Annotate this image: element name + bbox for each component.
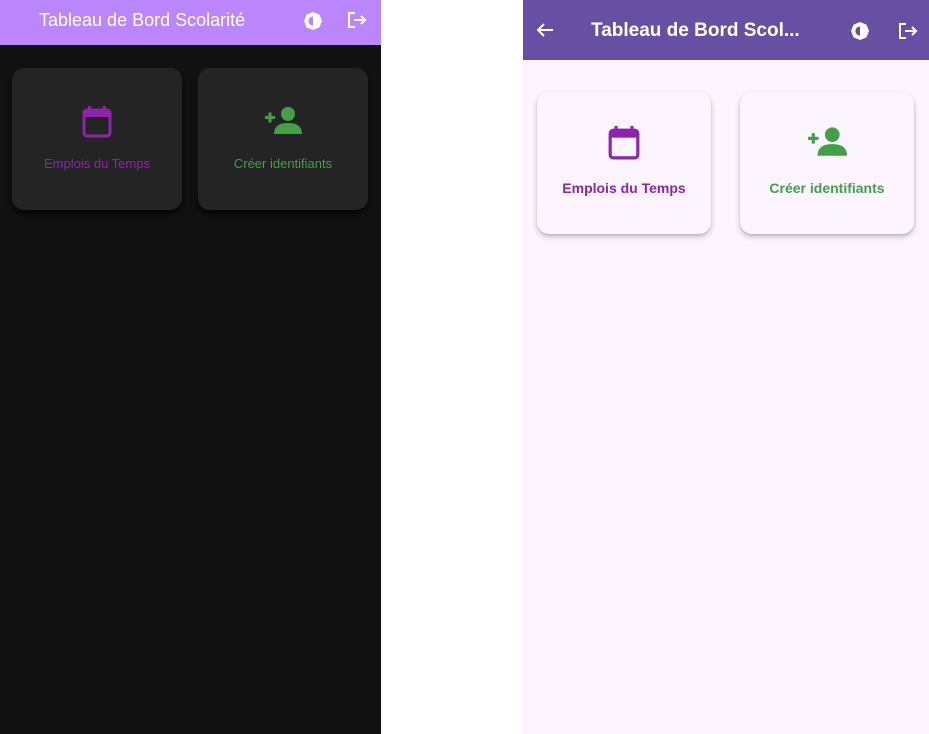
card-label: Créer identifiants bbox=[769, 180, 885, 196]
app-bar: Tableau de Bord Scolarité bbox=[0, 0, 381, 45]
calendar-icon bbox=[608, 126, 640, 165]
light-theme-screen: Tableau de Bord Scol... Emplois du Temps… bbox=[523, 0, 929, 734]
brightness-icon[interactable] bbox=[304, 12, 322, 30]
card-label: Créer identifiants bbox=[233, 156, 333, 171]
logout-icon[interactable] bbox=[897, 21, 919, 41]
card-label: Emplois du Temps bbox=[562, 180, 686, 196]
back-arrow-icon[interactable] bbox=[536, 21, 554, 39]
create-credentials-card[interactable]: Créer identifiants bbox=[740, 92, 914, 234]
timetable-card[interactable]: Emplois du Temps bbox=[537, 92, 711, 234]
logout-icon[interactable] bbox=[346, 10, 368, 30]
person-add-icon bbox=[264, 106, 302, 139]
timetable-card[interactable]: Emplois du Temps bbox=[12, 68, 182, 210]
person-add-icon bbox=[807, 126, 847, 161]
card-label: Emplois du Temps bbox=[44, 156, 150, 171]
create-credentials-card[interactable]: Créer identifiants bbox=[198, 68, 368, 210]
app-bar-title: Tableau de Bord Scol... bbox=[591, 20, 800, 41]
dark-theme-screen: Tableau de Bord Scolarité Emplois du Tem… bbox=[0, 0, 381, 734]
comparison-stage: Tableau de Bord Scolarité Emplois du Tem… bbox=[0, 0, 929, 734]
calendar-icon bbox=[82, 106, 112, 143]
app-bar-title: Tableau de Bord Scolarité bbox=[39, 10, 246, 30]
app-bar: Tableau de Bord Scol... bbox=[523, 0, 929, 60]
brightness-icon[interactable] bbox=[851, 22, 869, 40]
